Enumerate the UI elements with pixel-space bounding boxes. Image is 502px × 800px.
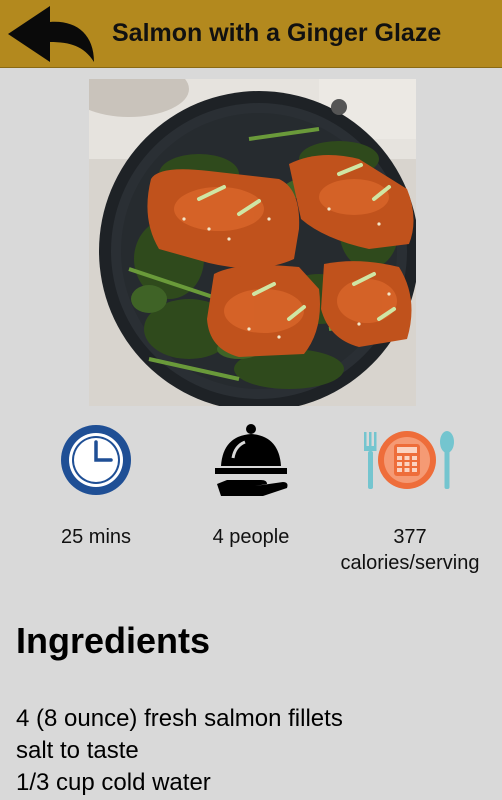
ingredients-heading: Ingredients xyxy=(16,620,211,661)
back-button[interactable] xyxy=(6,4,98,64)
clock-icon xyxy=(61,425,131,495)
serving-cloche-icon xyxy=(215,424,288,496)
calories-icon-cell xyxy=(360,418,460,508)
recipe-title: Salmon with a Ginger Glaze xyxy=(112,19,442,47)
calories-unit: calories/serving xyxy=(340,552,480,574)
calculator-plate-icon xyxy=(364,431,454,489)
cook-time-text: 25 mins xyxy=(60,526,132,548)
app-header: Salmon with a Ginger Glaze xyxy=(0,0,502,68)
ingredient-item: 4 (8 ounce) fresh salmon fillets xyxy=(16,705,343,732)
calories-value: 377 xyxy=(393,526,427,548)
servings-icon-cell xyxy=(201,418,301,508)
ingredient-item: salt to taste xyxy=(16,737,139,764)
ingredients-list: 4 (8 ounce) fresh salmon fillets salt to… xyxy=(16,703,343,799)
recipe-photo xyxy=(89,79,416,406)
ingredient-item: 1/3 cup cold water xyxy=(16,769,211,796)
clock-icon-cell xyxy=(46,418,146,508)
servings-text: 4 people xyxy=(212,526,290,548)
back-arrow-icon xyxy=(8,6,94,62)
calories-text: 377 calories/serving xyxy=(320,524,500,576)
